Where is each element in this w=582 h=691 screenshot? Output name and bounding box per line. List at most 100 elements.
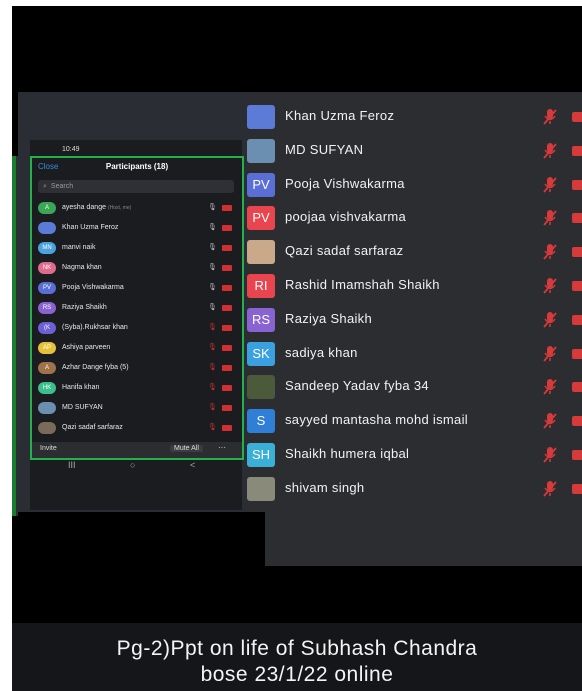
avatar: SH (247, 443, 275, 467)
participant-name: Qazi sadaf sarfaraz (62, 424, 123, 431)
mic-muted-icon (543, 446, 557, 464)
avatar: S (247, 409, 275, 434)
avatar (247, 138, 275, 163)
participant-row[interactable]: MD SUFYAN (247, 134, 582, 168)
host-tag: (Host, me) (107, 205, 132, 211)
screenshot-frame: 10:49 ▪ ▾ ▮ Participants (18) Close ⌕Sea… (12, 6, 582, 691)
invite-button[interactable]: Invite (40, 445, 57, 452)
participant-name: shivam singh (285, 479, 365, 495)
avatar (247, 476, 275, 501)
mic-muted-icon (543, 277, 557, 295)
participant-row[interactable]: shivam singh (247, 472, 582, 506)
video-off-icon (572, 483, 582, 494)
mic-icon: 🎙 (208, 244, 217, 251)
search-input[interactable]: ⌕ Search (38, 180, 234, 193)
video-off-icon (222, 385, 232, 391)
mic-muted-icon (543, 412, 557, 430)
phone-participant-row[interactable]: MN manvi naik 🎙 (32, 238, 242, 258)
avatar: AP (38, 342, 56, 354)
mic-muted-icon (543, 243, 557, 261)
panel-title: Participants (18) (105, 162, 169, 171)
phone-participant-row[interactable]: AP Ashiya parveen 🎙 (32, 338, 242, 358)
video-off-icon (222, 225, 232, 231)
phone-participant-row[interactable]: Khan Uzma Feroz 🎙 (32, 218, 242, 238)
mute-all-button[interactable]: Mute All (170, 445, 203, 452)
mic-muted-icon (543, 311, 557, 329)
video-off-icon (572, 247, 582, 258)
participant-row[interactable]: Khan Uzma Feroz (247, 100, 582, 134)
video-off-icon (572, 416, 582, 427)
back-button[interactable]: < (190, 460, 195, 470)
avatar (38, 222, 56, 234)
video-off-icon (572, 179, 582, 190)
mic-muted-icon (543, 176, 557, 194)
panel-header: Participants (18) Close (32, 162, 242, 176)
phone-participant-row[interactable]: PV Pooja Vishwakarma 🎙 (32, 278, 242, 298)
avatar (38, 422, 56, 434)
mic-muted-icon: 🎙 (208, 364, 217, 371)
video-off-icon (222, 265, 232, 271)
phone-participant-row[interactable]: Aayesha dange (Host, me) 🎙 (32, 198, 242, 218)
mic-muted-icon: 🎙 (208, 344, 217, 351)
participant-name: Sandeep Yadav fyba 34 (285, 378, 429, 394)
avatar: A (38, 362, 56, 374)
participant-name: Nagma khan (62, 264, 102, 271)
avatar: NK (38, 262, 56, 274)
participants-panel: Participants (18) Close ⌕ Search Aayesha … (30, 156, 244, 460)
participant-name: Ashiya parveen (62, 344, 111, 351)
video-off-icon (222, 305, 232, 311)
participant-name: manvi naik (62, 244, 96, 251)
mic-muted-icon: 🎙 (208, 404, 217, 411)
mic-muted-icon (543, 345, 557, 363)
phone-participant-row[interactable]: HK Hanifa khan 🎙 (32, 378, 242, 398)
avatar (247, 240, 275, 265)
participant-row[interactable]: SH Shaikh humera iqbal (247, 438, 582, 472)
phone-participant-row[interactable]: A Azhar Dange fyba (5) 🎙 (32, 358, 242, 378)
participant-row[interactable]: RS Raziya Shaikh (247, 303, 582, 337)
mic-muted-icon (543, 108, 557, 126)
phone-participant-row[interactable]: RS Raziya Shaikh 🎙 (32, 298, 242, 318)
participant-gallery-list: Khan Uzma Feroz MD SUFYAN PV Pooja Vishwaka… (247, 92, 582, 512)
participant-row[interactable]: PV Pooja Vishwakarma (247, 168, 582, 202)
video-off-icon (572, 314, 582, 325)
participant-row[interactable]: RI Rashid Imamshah Shaikh (247, 269, 582, 303)
participant-name: Pooja Vishwakarma (62, 284, 124, 291)
phone-participant-row[interactable]: Qazi sadaf sarfaraz 🎙 (32, 418, 242, 438)
participant-row[interactable]: SK sadiya khan (247, 337, 582, 371)
participant-name: MD SUFYAN (285, 141, 364, 157)
search-icon: ⌕ (43, 183, 47, 190)
video-off-icon (572, 281, 582, 291)
video-off-icon (222, 205, 232, 211)
avatar (247, 375, 275, 400)
participant-row[interactable]: PV poojaa vishvakarma (247, 201, 582, 235)
mic-muted-icon: 🎙 (208, 424, 217, 431)
participant-name: Khan Uzma Feroz (62, 224, 119, 231)
video-off-icon (572, 382, 582, 393)
mic-muted-icon: 🎙 (208, 324, 217, 331)
mic-icon: 🎙 (208, 204, 217, 211)
caption-bar: Pg-2)Ppt on life of Subhash Chandra bose… (12, 623, 582, 691)
close-button[interactable]: Close (38, 162, 58, 171)
video-off-icon (572, 348, 582, 359)
phone-participant-row[interactable]: (K (Syba).Rukhsar khan 🎙 (32, 318, 242, 338)
status-time: 10:49 (62, 146, 80, 153)
more-button[interactable]: ··· (218, 443, 226, 452)
participant-name: Raziya Shaikh (285, 310, 372, 326)
mic-icon: 🎙 (208, 224, 217, 231)
participant-name: ayesha dange (Host, me) (62, 204, 132, 211)
panel-toolbar: Invite Mute All ··· (32, 442, 242, 458)
mic-muted-icon (543, 480, 557, 498)
participant-row[interactable]: Sandeep Yadav fyba 34 (247, 370, 582, 404)
phone-participant-row[interactable]: NK Nagma khan 🎙 (32, 258, 242, 278)
phone-participant-row[interactable]: MD SUFYAN 🎙 (32, 398, 242, 418)
video-off-icon (222, 245, 232, 251)
video-off-icon (572, 450, 582, 460)
avatar: RS (247, 307, 275, 332)
avatar: RS (38, 302, 56, 314)
home-button[interactable]: ○ (130, 460, 135, 470)
mic-icon: 🎙 (208, 284, 217, 291)
participant-row[interactable]: Qazi sadaf sarfaraz (247, 235, 582, 269)
recents-button[interactable]: III (68, 460, 76, 470)
participant-name: poojaa vishvakarma (285, 209, 407, 225)
participant-row[interactable]: Ssayyed mantasha mohd ismail (247, 404, 582, 438)
